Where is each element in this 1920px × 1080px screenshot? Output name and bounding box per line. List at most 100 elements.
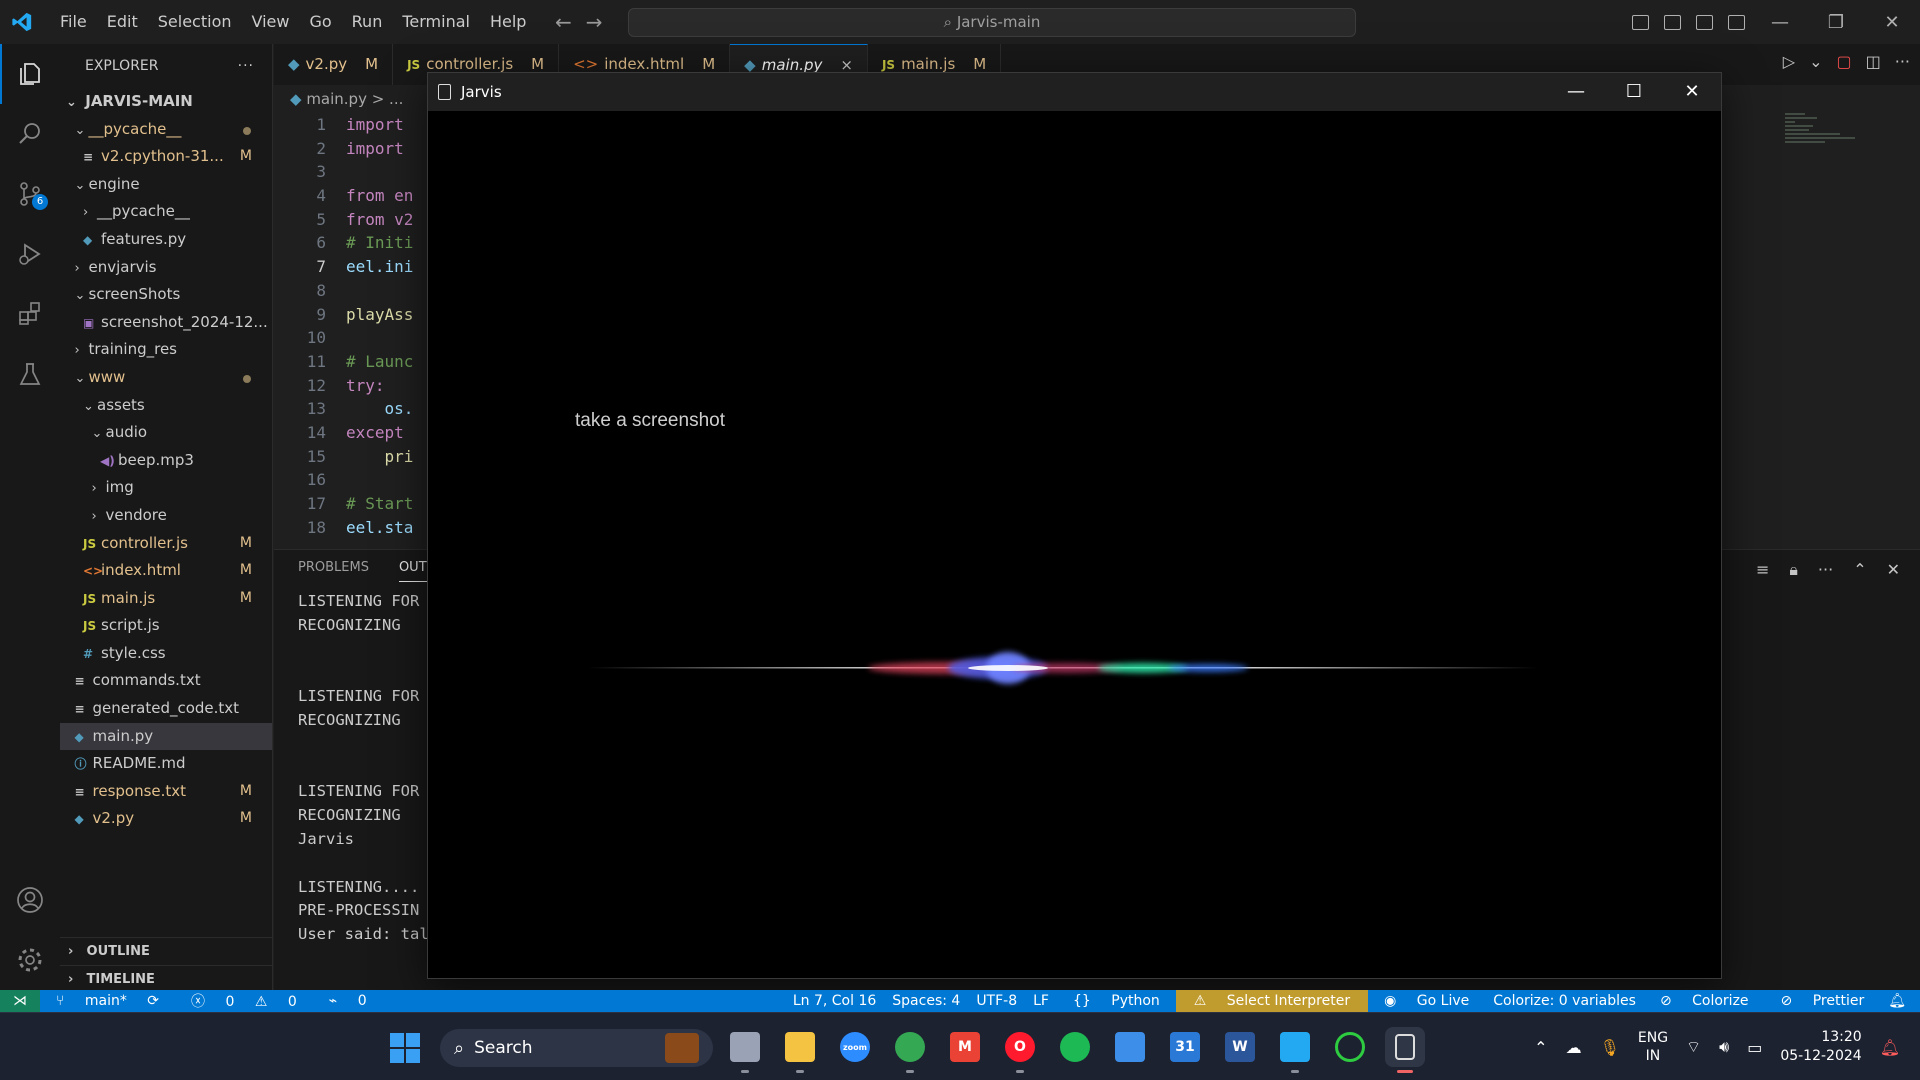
battery-icon[interactable]: ▭ [1747, 1038, 1762, 1057]
code-editor[interactable]: 1 import 2 import 3 4 from en 5 from v2 6 # Init… [274, 113, 424, 543]
notepad-icon[interactable] [1110, 1027, 1150, 1067]
tree-folder[interactable]: › __pycache__ [60, 198, 272, 226]
file-explorer-icon[interactable] [780, 1027, 820, 1073]
account-icon[interactable] [0, 870, 60, 930]
breadcrumb[interactable]: ◆ main.py > ... [290, 90, 403, 108]
close-panel-icon[interactable]: ✕ [1887, 560, 1900, 580]
back-arrow-icon[interactable]: ← [555, 10, 572, 34]
tree-file[interactable]: ≡ generated_code.txt [60, 695, 272, 723]
select-interpreter[interactable]: ⚠ Select Interpreter [1175, 990, 1369, 1012]
maximize-panel-icon[interactable]: ⌃ [1853, 560, 1866, 580]
command-center[interactable]: ⌕ Jarvis-main [628, 8, 1356, 37]
jarvis-app-icon[interactable] [1385, 1027, 1425, 1073]
tree-file[interactable]: JS script.js [60, 612, 272, 640]
settings-gear-icon[interactable] [0, 930, 60, 990]
colorize[interactable]: ⊘ Colorize [1644, 993, 1765, 1009]
branch-indicator[interactable]: ⑂ main* ⟳ [40, 993, 175, 1009]
restore-button[interactable]: ❐ [1808, 0, 1864, 44]
prettier[interactable]: ⊘ Prettier [1765, 993, 1881, 1009]
more-actions-icon[interactable]: ··· [1895, 52, 1910, 71]
spotify-icon[interactable] [1055, 1027, 1095, 1067]
notifications-bell-icon[interactable]: 🔔︎ [1880, 993, 1914, 1009]
toggle-sidebar-icon[interactable] [1624, 14, 1656, 30]
vscode-icon[interactable] [1275, 1027, 1315, 1073]
tree-file[interactable]: ⓘ README.md [60, 750, 272, 778]
source-control-icon[interactable]: 6 [0, 164, 60, 224]
encoding[interactable]: UTF-8 [968, 993, 1025, 1009]
customize-layout-icon[interactable] [1720, 14, 1752, 30]
word-icon[interactable]: W [1220, 1027, 1260, 1067]
notification-bell-icon[interactable]: 🔔︎ [1880, 1038, 1900, 1057]
onedrive-cloud-icon[interactable]: ☁ [1566, 1038, 1582, 1057]
tree-folder[interactable]: ⌄ engine [60, 171, 272, 199]
menu-item-run[interactable]: Run [342, 0, 393, 44]
indentation[interactable]: Spaces: 4 [884, 993, 968, 1009]
tree-file[interactable]: ◆ features.py [60, 226, 272, 254]
tree-folder[interactable]: › img [60, 474, 272, 502]
tree-folder[interactable]: › envjarvis [60, 254, 272, 282]
tree-file[interactable]: ◆ v2.py M [60, 805, 272, 833]
volume-icon[interactable]: 🔊︎ [1719, 1037, 1729, 1057]
remote-indicator[interactable]: ⋊ [0, 990, 40, 1012]
zoom-icon[interactable]: zoom [835, 1027, 875, 1067]
cursor-position[interactable]: Ln 7, Col 16 [785, 993, 884, 1009]
chrome-icon[interactable] [890, 1027, 930, 1073]
tree-folder[interactable]: › training_res [60, 336, 272, 364]
minimize-button[interactable]: — [1752, 0, 1808, 44]
menu-item-selection[interactable]: Selection [148, 0, 242, 44]
outline-section[interactable]: › OUTLINE [60, 937, 273, 965]
tree-file[interactable]: ▣ screenshot_2024-12... [60, 309, 272, 337]
lock-icon[interactable]: 🔒︎ [1789, 560, 1798, 580]
end-of-line[interactable]: LF [1025, 993, 1057, 1009]
run-icon[interactable]: ▷ [1783, 52, 1795, 71]
taskbar-search[interactable]: ⌕ Search [440, 1029, 713, 1067]
tree-file[interactable]: ≡ commands.txt [60, 667, 272, 695]
close-button[interactable]: ✕ [1864, 0, 1920, 44]
menu-item-view[interactable]: View [242, 0, 300, 44]
tree-file[interactable]: # style.css [60, 640, 272, 668]
tree-file[interactable]: JS main.js M [60, 585, 272, 613]
menu-item-file[interactable]: File [50, 0, 97, 44]
jarvis-minimize-button[interactable]: — [1547, 73, 1605, 111]
jarvis-titlebar[interactable]: Jarvis — ☐ ✕ [428, 73, 1721, 111]
tree-folder[interactable]: ⌄ www [60, 364, 272, 392]
windows-start-icon[interactable] [390, 1033, 420, 1063]
show-hidden-icons-chevron-icon[interactable]: ⌃ [1534, 1038, 1547, 1057]
tab-problems[interactable]: PROBLEMS [298, 560, 369, 582]
problems-indicator[interactable]: ⓧ 0 ⚠ 0 [175, 991, 313, 1011]
gmail-icon[interactable]: M [945, 1027, 985, 1067]
tree-folder[interactable]: ⌄ __pycache__ [60, 116, 272, 144]
opera-icon[interactable]: O [1000, 1027, 1040, 1073]
microphone-icon[interactable]: 🎙︎ [1600, 1038, 1620, 1057]
search-icon[interactable] [0, 104, 60, 164]
more-actions-icon[interactable]: ··· [238, 44, 254, 88]
toggle-secondary-sidebar-icon[interactable] [1688, 14, 1720, 30]
language-indicator[interactable]: ENG IN [1638, 1029, 1668, 1065]
testing-flask-icon[interactable] [0, 344, 60, 404]
jarvis-maximize-button[interactable]: ☐ [1605, 73, 1663, 111]
output-log[interactable]: LISTENING FOR RECOGNIZING LISTENING FOR REC… [298, 590, 428, 947]
toggle-panel-icon[interactable] [1656, 14, 1688, 30]
ports-indicator[interactable]: ⌁ 0 [313, 993, 383, 1009]
tree-file[interactable]: ≡ v2.cpython-31... M [60, 143, 272, 171]
clock[interactable]: 13:20 05-12-2024 [1780, 1028, 1861, 1066]
menu-item-help[interactable]: Help [480, 0, 536, 44]
tree-file[interactable]: ◆ main.py [60, 722, 272, 751]
chevron-down-icon[interactable]: ⌄ [1809, 52, 1822, 71]
stop-icon[interactable]: ▢ [1836, 52, 1851, 71]
run-debug-icon[interactable] [0, 224, 60, 284]
explorer-icon[interactable] [0, 44, 60, 104]
tree-folder[interactable]: ⌄ audio [60, 419, 272, 447]
tree-folder[interactable]: ⌄ assets [60, 392, 272, 420]
language-mode[interactable]: {} Python [1057, 993, 1176, 1009]
more-actions-icon[interactable]: ··· [1818, 560, 1833, 580]
timeline-section[interactable]: › TIMELINE [60, 965, 273, 993]
tree-folder[interactable]: › vendore [60, 502, 272, 530]
loader-app-icon[interactable] [1330, 1027, 1370, 1067]
menu-item-go[interactable]: Go [299, 0, 341, 44]
menu-item-edit[interactable]: Edit [97, 0, 148, 44]
tree-file[interactable]: ≡ response.txt M [60, 778, 272, 806]
calendar-icon[interactable]: 31 [1165, 1027, 1205, 1067]
extensions-icon[interactable] [0, 284, 60, 344]
task-view-icon[interactable] [725, 1027, 765, 1073]
